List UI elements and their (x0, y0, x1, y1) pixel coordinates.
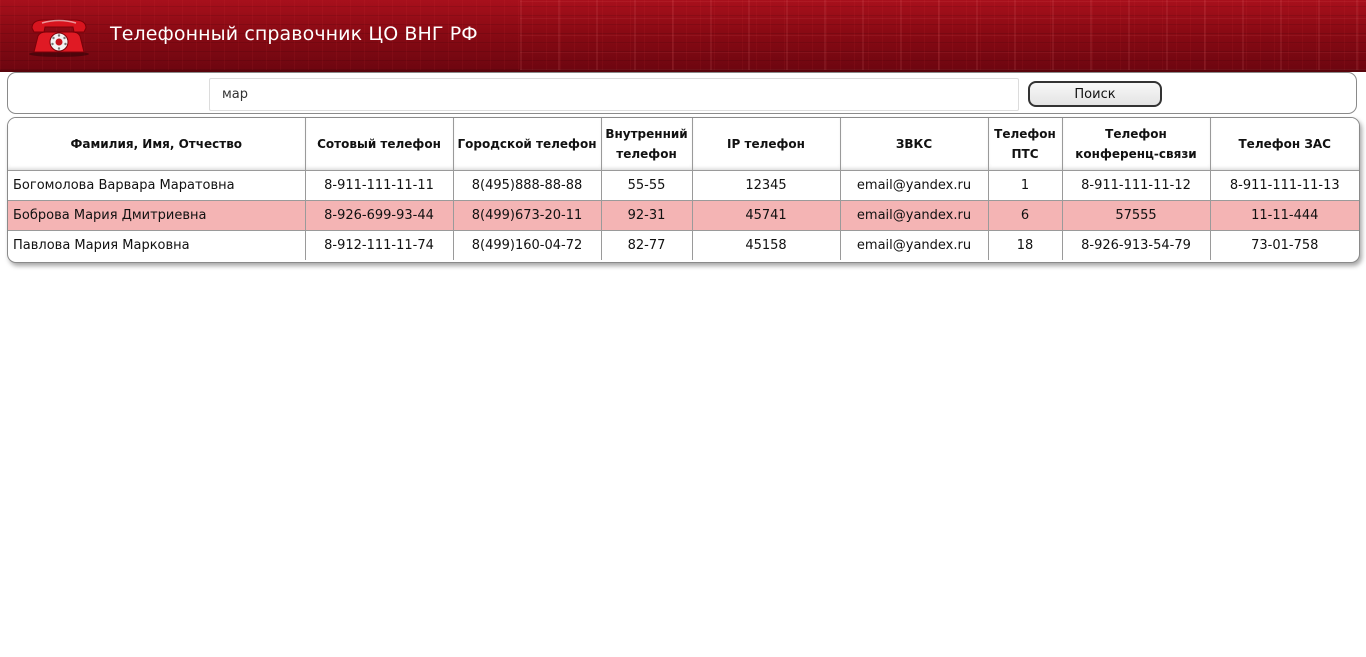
page-title: Телефонный справочник ЦО ВНГ РФ (110, 23, 478, 45)
cell-city-phone: 8(499)160-04-72 (453, 230, 602, 260)
column-header-conference-phone[interactable]: Телефон конференц-связи (1062, 118, 1211, 171)
header-row: Фамилия, Имя, Отчество Сотовый телефон Г… (8, 118, 1359, 171)
cell-ip-phone: 45741 (692, 200, 841, 231)
cell-conference-phone: 8-926-913-54-79 (1062, 230, 1211, 260)
cell-city-phone: 8(499)673-20-11 (453, 200, 602, 231)
column-header-mobile-phone[interactable]: Сотовый телефон (305, 118, 454, 171)
column-header-city-phone[interactable]: Городской телефон (453, 118, 602, 171)
table-body: Богомолова Варвара Маратовна 8-911-111-1… (8, 170, 1359, 260)
cell-zas-phone: 11-11-444 (1210, 200, 1359, 231)
cell-zvks: email@yandex.ru (840, 170, 989, 201)
cell-zas-phone: 8-911-111-11-13 (1210, 170, 1359, 201)
column-header-zvks[interactable]: ЗВКС (840, 118, 989, 171)
cell-internal-phone: 55-55 (601, 170, 693, 201)
column-header-ip-phone[interactable]: IP телефон (692, 118, 841, 171)
cell-internal-phone: 92-31 (601, 200, 693, 231)
table-row[interactable]: Павлова Мария Марковна 8-912-111-11-74 8… (8, 230, 1359, 260)
column-header-zas-phone[interactable]: Телефон ЗАС (1210, 118, 1359, 171)
red-telephone-icon (29, 19, 89, 57)
table-header: Фамилия, Имя, Отчество Сотовый телефон Г… (8, 118, 1359, 171)
cell-zvks: email@yandex.ru (840, 230, 989, 260)
table-row[interactable]: Богомолова Варвара Маратовна 8-911-111-1… (8, 170, 1359, 201)
cell-mobile-phone: 8-911-111-11-11 (305, 170, 454, 201)
cell-city-phone: 8(495)888-88-88 (453, 170, 602, 201)
cell-conference-phone: 8-911-111-11-12 (1062, 170, 1211, 201)
cell-full-name: Богомолова Варвара Маратовна (8, 170, 306, 201)
cell-ip-phone: 45158 (692, 230, 841, 260)
cell-pts-phone: 6 (988, 200, 1063, 231)
cell-full-name: Боброва Мария Дмитриевна (8, 200, 306, 231)
cell-pts-phone: 1 (988, 170, 1063, 201)
search-button[interactable]: Поиск (1028, 81, 1162, 107)
column-header-internal-phone[interactable]: Внутренний телефон (601, 118, 693, 171)
cell-mobile-phone: 8-912-111-11-74 (305, 230, 454, 260)
cell-internal-phone: 82-77 (601, 230, 693, 260)
results-table: Фамилия, Имя, Отчество Сотовый телефон Г… (8, 118, 1359, 260)
cell-full-name: Павлова Мария Марковна (8, 230, 306, 260)
cell-zas-phone: 73-01-758 (1251, 238, 1319, 253)
cell-mobile-phone: 8-926-699-93-44 (305, 200, 454, 231)
table-row-highlighted[interactable]: Боброва Мария Дмитриевна 8-926-699-93-44… (8, 200, 1359, 231)
phone-directory-table: Фамилия, Имя, Отчество Сотовый телефон Г… (7, 117, 1360, 263)
cell-conference-phone: 57555 (1062, 200, 1211, 231)
cell-ip-phone: 12345 (692, 170, 841, 201)
search-panel: Поиск (7, 72, 1357, 114)
cell-zvks: email@yandex.ru (840, 200, 989, 231)
app-header: Телефонный справочник ЦО ВНГ РФ (0, 0, 1366, 72)
search-input[interactable] (209, 78, 1019, 111)
column-header-full-name[interactable]: Фамилия, Имя, Отчество (8, 118, 306, 171)
header-background-pattern (520, 0, 1366, 70)
column-header-pts-phone[interactable]: Телефон ПТС (988, 118, 1063, 171)
cell-pts-phone: 18 (988, 230, 1063, 260)
